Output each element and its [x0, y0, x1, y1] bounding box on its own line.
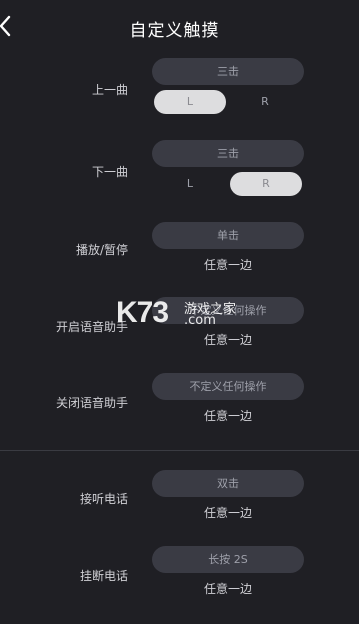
next-track-side-left-button[interactable]: L: [154, 172, 226, 196]
watermark-logo: K73: [116, 296, 169, 329]
close-voice-assistant-action-button[interactable]: 不定义任何操作: [152, 373, 304, 400]
hang-up-call-action-button[interactable]: 长按 2S: [152, 546, 304, 573]
previous-track-side-right-button[interactable]: R: [229, 90, 301, 114]
row-label-close-voice-assistant: 关闭语音助手: [55, 396, 128, 410]
row-label-previous-track: 上一曲: [91, 83, 128, 97]
site-watermark: K73 游戏之家 .com: [116, 296, 246, 332]
answer-call-action-button[interactable]: 双击: [152, 470, 304, 497]
previous-track-side-left-button[interactable]: L: [154, 90, 226, 114]
header-bar: 自定义触摸: [0, 0, 359, 56]
next-track-side-right-button[interactable]: R: [230, 172, 302, 196]
answer-call-side-text: 任意一边: [203, 506, 252, 520]
hang-up-call-side-text: 任意一边: [203, 582, 252, 596]
row-label-hang-up-call: 挂断电话: [79, 569, 128, 583]
page-title: 自定义触摸: [129, 21, 220, 41]
row-label-open-voice-assistant: 开启语音助手: [55, 320, 128, 334]
row-label-play-pause: 播放/暂停: [75, 243, 128, 257]
row-label-answer-call: 接听电话: [79, 492, 128, 506]
section-divider: [0, 450, 359, 451]
watermark-domain: .com: [184, 313, 216, 328]
play-pause-action-button[interactable]: 单击: [152, 222, 304, 249]
previous-track-action-button[interactable]: 三击: [152, 58, 304, 85]
play-pause-side-text: 任意一边: [203, 258, 252, 272]
next-track-action-button[interactable]: 三击: [152, 140, 304, 167]
close-voice-assistant-side-text: 任意一边: [203, 409, 252, 423]
open-voice-assistant-side-text: 任意一边: [203, 333, 252, 347]
row-label-next-track: 下一曲: [91, 165, 128, 179]
